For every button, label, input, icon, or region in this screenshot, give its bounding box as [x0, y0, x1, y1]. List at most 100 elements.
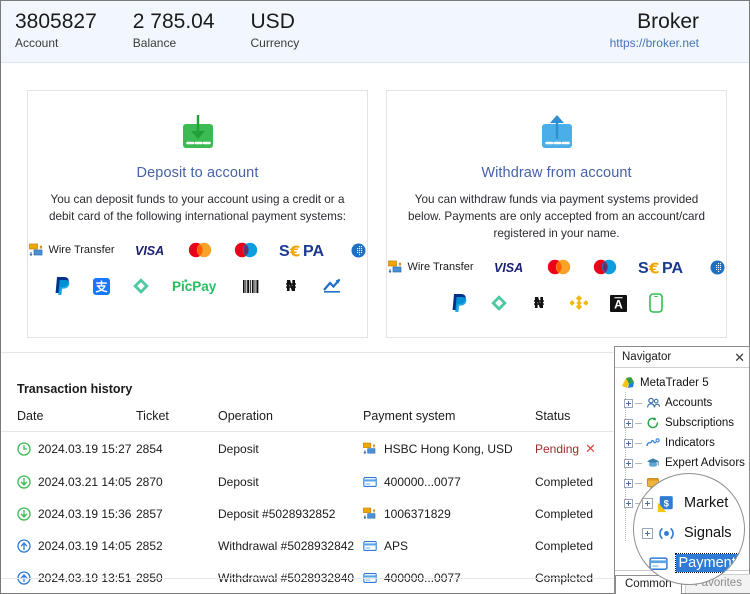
- column-header-ticket[interactable]: Ticket: [136, 405, 218, 432]
- cell-operation: Deposit: [218, 432, 363, 467]
- tree-connector: [642, 563, 645, 564]
- maestro-logo[interactable]: [592, 259, 618, 275]
- online-banking-logo[interactable]: [710, 260, 725, 275]
- cell-date: 2024.03.19 14:05: [1, 530, 136, 562]
- sepa-logo[interactable]: S € PA: [279, 241, 331, 259]
- naira-logo[interactable]: ₦: [530, 294, 548, 312]
- sepa-logo[interactable]: S € PA: [638, 258, 690, 276]
- magnified-item-signals[interactable]: Signals: [634, 518, 745, 548]
- withdraw-card[interactable]: Withdraw from account You can withdraw f…: [386, 90, 727, 338]
- cell-payment-system: 1006371829: [363, 498, 535, 530]
- payment-system-name: APS: [384, 539, 408, 553]
- visa-logo[interactable]: VISA: [494, 261, 526, 274]
- balance-label: Balance: [133, 35, 215, 52]
- binance-logo[interactable]: [570, 294, 588, 312]
- mobile-money-logo[interactable]: [649, 293, 663, 313]
- signals-icon: [656, 524, 677, 543]
- deposit-card[interactable]: Deposit to account You can deposit funds…: [27, 90, 368, 338]
- expand-icon[interactable]: [624, 479, 633, 488]
- navigator-item-label: Accounts: [665, 397, 712, 409]
- expand-icon[interactable]: [642, 528, 653, 539]
- magnified-item-market[interactable]: $Market: [634, 488, 745, 518]
- mastercard-logo[interactable]: [546, 259, 572, 275]
- subscriptions-icon: [645, 416, 660, 430]
- close-icon[interactable]: ✕: [734, 351, 745, 364]
- deposit-logos-row-1: Wire Transfer VISA: [28, 237, 367, 263]
- payments-icon: [648, 554, 669, 573]
- online-banking-logo[interactable]: [351, 243, 366, 258]
- account-header: 3805827 Account 2 785.04 Balance USD Cur…: [1, 1, 749, 63]
- wire-transfer-label: Wire Transfer: [407, 261, 473, 273]
- navigator-root-label: MetaTrader 5: [640, 377, 709, 389]
- advcash-logo[interactable]: A: [610, 295, 627, 312]
- cell-date: 2024.03.19 15:27: [1, 432, 136, 467]
- signals-icon: [657, 524, 676, 543]
- wire-transfer-logo[interactable]: Wire Transfer: [29, 243, 114, 258]
- cell-payment-system: HSBC Hong Kong, USD: [363, 432, 535, 467]
- expand-icon[interactable]: [642, 498, 653, 509]
- cell-date: 2024.03.19 15:36: [1, 498, 136, 530]
- perfectmoney-logo[interactable]: [322, 277, 342, 295]
- magnified-item-label: Payments: [676, 554, 745, 572]
- navigator-item-subscriptions[interactable]: Subscriptions: [620, 413, 749, 433]
- account-number: 3805827: [15, 9, 97, 35]
- indicators-icon: [645, 436, 660, 450]
- navigator-item-accounts[interactable]: Accounts: [620, 393, 749, 413]
- expand-icon[interactable]: [624, 419, 633, 428]
- payment-system-name: HSBC Hong Kong, USD: [384, 442, 513, 456]
- withdraw-card-description: You can withdraw funds via payment syste…: [401, 191, 713, 242]
- cell-ticket: 2854: [136, 432, 218, 467]
- alipay-logo[interactable]: 支: [93, 278, 110, 295]
- status-badge: Pending: [535, 442, 579, 456]
- naira-logo[interactable]: ₦: [282, 277, 300, 295]
- navigator-title: Navigator: [622, 351, 671, 363]
- bank-card-icon: [363, 539, 377, 553]
- navigator-root-item[interactable]: MetaTrader 5: [620, 373, 749, 393]
- picpay-logo[interactable]: PicPay: [172, 278, 220, 294]
- expand-icon[interactable]: [624, 399, 633, 408]
- paypal-logo[interactable]: [54, 276, 71, 296]
- payment-system-name: 1006371829: [384, 507, 451, 521]
- tree-connector: [635, 463, 642, 464]
- transaction-date: 2024.03.19 15:36: [38, 507, 131, 521]
- broker-url-link[interactable]: https://broker.net: [610, 35, 699, 52]
- balance-value: 2 785.04: [133, 9, 215, 35]
- visa-logo[interactable]: VISA: [135, 244, 167, 257]
- svg-text:PA: PA: [303, 243, 324, 259]
- svg-text:S: S: [279, 243, 290, 259]
- deposit-card-description: You can deposit funds to your account us…: [48, 191, 348, 225]
- svg-text:PA: PA: [662, 260, 683, 276]
- withdraw-card-icon: [535, 113, 579, 153]
- account-block: 3805827 Account: [15, 9, 97, 52]
- expand-icon[interactable]: [624, 439, 633, 448]
- currency-value: USD: [251, 9, 300, 35]
- paypal-logo[interactable]: [451, 293, 468, 313]
- payments-icon: [649, 554, 668, 573]
- expand-icon[interactable]: [624, 459, 633, 468]
- cell-payment-system: APS: [363, 530, 535, 562]
- cell-operation: Withdrawal #5028932842: [218, 530, 363, 562]
- navigator-item-expert-advisors[interactable]: Expert Advisors: [620, 453, 749, 473]
- withdraw-card-title: Withdraw from account: [481, 165, 631, 181]
- skrill-logo[interactable]: [132, 277, 150, 295]
- cell-ticket: 2857: [136, 498, 218, 530]
- mastercard-logo[interactable]: [187, 242, 213, 258]
- boleto-logo[interactable]: [242, 278, 260, 295]
- column-header-payment-system[interactable]: Payment system: [363, 405, 535, 432]
- balance-block: 2 785.04 Balance: [133, 9, 215, 52]
- maestro-logo[interactable]: [233, 242, 259, 258]
- column-header-date[interactable]: Date: [1, 405, 136, 432]
- column-header-operation[interactable]: Operation: [218, 405, 363, 432]
- cancel-transaction-icon[interactable]: ✕: [585, 441, 596, 456]
- expand-icon[interactable]: [624, 499, 633, 508]
- wire-transfer-icon: [363, 507, 377, 521]
- currency-block: USD Currency: [251, 9, 300, 52]
- wire-transfer-logo[interactable]: Wire Transfer: [388, 260, 473, 275]
- magnified-item-payments[interactable]: Payments: [634, 548, 745, 578]
- payment-system-name: 400000...0077: [384, 475, 461, 489]
- subscriptions-icon: [646, 416, 660, 430]
- skrill-logo[interactable]: [490, 294, 508, 312]
- market-icon: $: [657, 494, 676, 513]
- navigator-item-indicators[interactable]: Indicators: [620, 433, 749, 453]
- svg-text:支: 支: [94, 279, 108, 294]
